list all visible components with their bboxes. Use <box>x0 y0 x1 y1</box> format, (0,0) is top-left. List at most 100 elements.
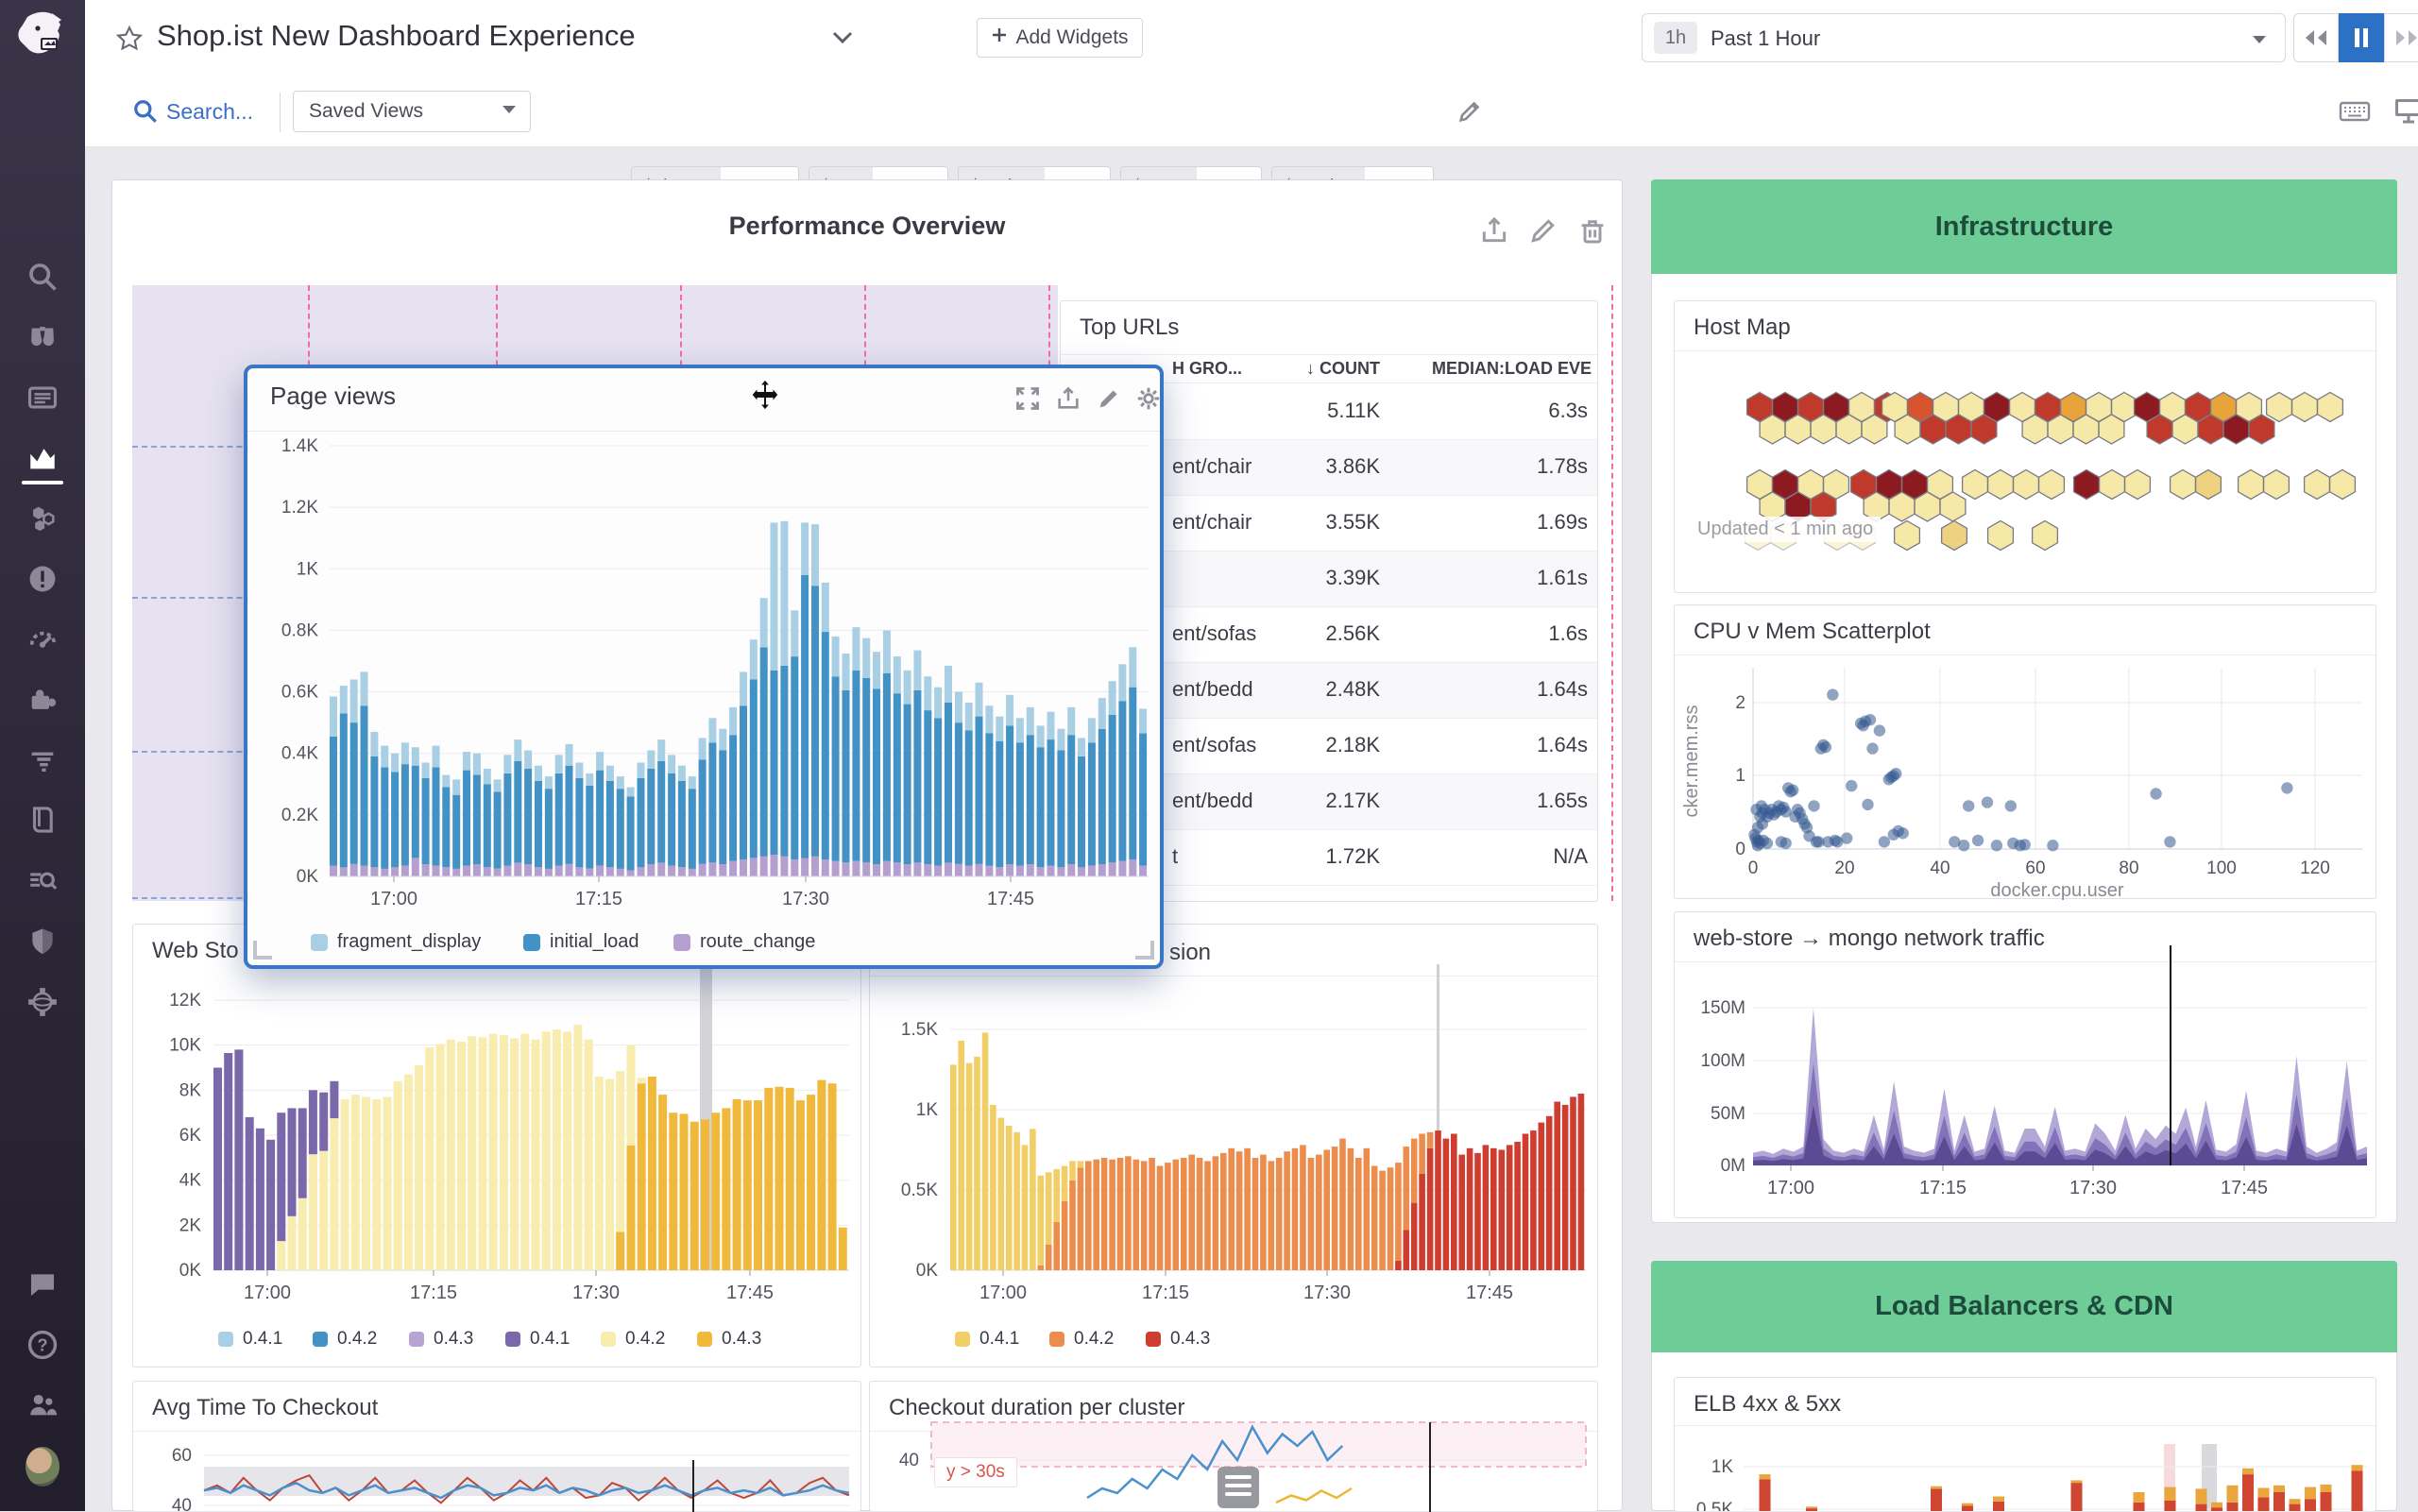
svg-text:1K: 1K <box>297 559 319 579</box>
web-store-widget[interactable]: Web Sto 12K10K8K6K4K2K0K17:0017:1517:301… <box>132 924 861 1368</box>
time-range-selector[interactable]: 1h Past 1 Hour <box>1642 13 2286 62</box>
elb-widget[interactable]: ELB 4xx & 5xx 1K0.5K <box>1674 1377 2376 1511</box>
rewind-button[interactable] <box>2293 13 2339 62</box>
svg-text:17:45: 17:45 <box>2221 1178 2268 1198</box>
url-median: 1.69s <box>1537 510 1588 535</box>
search-icon[interactable] <box>132 98 159 129</box>
svg-text:17:00: 17:00 <box>370 889 417 909</box>
integrations-icon <box>26 684 59 721</box>
group-header[interactable]: Infrastructure <box>1651 179 2397 274</box>
checkout-cluster-widget[interactable]: Checkout duration per cluster 40 y > 30s <box>869 1381 1598 1511</box>
svg-text:17:00: 17:00 <box>979 1283 1027 1303</box>
legend-item[interactable]: route_change <box>673 931 815 953</box>
search-input[interactable]: Search... <box>166 99 253 125</box>
sidebar-item-users[interactable] <box>26 1389 60 1423</box>
forward-button[interactable] <box>2384 13 2418 62</box>
sidebar-item-chat[interactable] <box>26 1269 60 1303</box>
svg-text:12K: 12K <box>169 991 201 1011</box>
svg-text:17:45: 17:45 <box>726 1283 774 1303</box>
sidebar-item-help[interactable]: ? <box>26 1330 60 1364</box>
legend-item[interactable]: 0.4.1 <box>955 1329 1019 1350</box>
pause-button[interactable] <box>2339 13 2384 62</box>
sidebar-item-avatar[interactable] <box>26 1450 60 1484</box>
url-path: ent/chair <box>1172 454 1252 479</box>
url-median: 6.3s <box>1548 399 1588 423</box>
svg-text:0K: 0K <box>916 1261 939 1281</box>
svg-text:0K: 0K <box>179 1261 202 1281</box>
conversion-chart[interactable]: 1.5K1K0.5K0K17:0017:1517:3017:45 <box>870 925 1599 1368</box>
avg-checkout-widget[interactable]: Avg Time To Checkout 6040 <box>132 1381 861 1511</box>
svg-text:60: 60 <box>2025 858 2045 878</box>
url-median: 1.78s <box>1537 454 1588 479</box>
url-count: 2.48K <box>1326 677 1381 702</box>
mongo-traffic-chart[interactable]: 150M100M50M0M17:0017:1517:3017:45 <box>1675 912 2377 1219</box>
sidebar-item-logs[interactable] <box>26 744 60 778</box>
legend-item[interactable]: 0.4.2 <box>601 1329 665 1350</box>
add-widgets-button[interactable]: Add Widgets <box>977 18 1143 58</box>
svg-text:cker.mem.rss: cker.mem.rss <box>1681 705 1702 818</box>
drag-handle-icon[interactable] <box>1218 1467 1259 1508</box>
svg-text:1.4K: 1.4K <box>281 436 318 456</box>
sidebar-item-apm[interactable] <box>26 624 60 658</box>
sidebar-item-metrics[interactable] <box>26 443 60 477</box>
url-count: 2.56K <box>1326 621 1381 646</box>
svg-text:2K: 2K <box>179 1215 202 1235</box>
legend-item[interactable]: fragment_display <box>311 931 481 953</box>
sidebar-item-security[interactable] <box>26 926 60 960</box>
web-store-chart[interactable]: 12K10K8K6K4K2K0K17:0017:1517:3017:45 <box>133 925 862 1368</box>
plus-icon <box>991 26 1008 49</box>
infrastructure-icon <box>26 501 59 538</box>
chevron-down-icon[interactable] <box>831 30 854 50</box>
sidebar-item-integrations[interactable] <box>26 685 60 719</box>
legend-item[interactable]: 0.4.2 <box>1049 1329 1114 1350</box>
avg-checkout-chart[interactable]: 6040 <box>133 1382 862 1512</box>
svg-text:40: 40 <box>1930 858 1950 878</box>
sidebar-item-notebooks[interactable] <box>26 805 60 839</box>
group-header[interactable]: Load Balancers & CDN <box>1651 1261 2397 1352</box>
export-icon[interactable] <box>1479 215 1509 250</box>
sidebar-item-infrastructure[interactable] <box>26 502 60 536</box>
svg-text:0: 0 <box>1748 858 1759 878</box>
pencil-icon[interactable] <box>1456 98 1483 129</box>
host-map-hexgrid[interactable] <box>1675 301 2377 594</box>
sidebar-item-events[interactable] <box>26 382 60 416</box>
saved-views-dropdown[interactable]: Saved Views <box>293 91 531 132</box>
url-count: 1.72K <box>1326 844 1381 869</box>
scatter-chart[interactable]: 210020406080100120docker.cpu.usercker.me… <box>1675 605 2377 900</box>
legend-item[interactable]: 0.4.3 <box>697 1329 761 1350</box>
sidebar-item-monitors[interactable] <box>26 564 60 598</box>
legend-item[interactable]: 0.4.1 <box>218 1329 282 1350</box>
watchdog-icon <box>26 320 59 357</box>
sidebar-item-watchdog[interactable] <box>26 321 60 355</box>
svg-text:80: 80 <box>2119 858 2138 878</box>
svg-text:17:30: 17:30 <box>2069 1178 2117 1198</box>
page-views-chart[interactable]: 1.4K1.2K1K0.8K0.6K0.4K0.2K0K17:0017:1517… <box>247 368 1160 965</box>
legend-item[interactable]: initial_load <box>523 931 639 953</box>
svg-text:17:45: 17:45 <box>987 889 1034 909</box>
elb-chart[interactable]: 1K0.5K <box>1675 1378 2376 1511</box>
host-map-widget[interactable]: Host Map Updated < 1 min ago <box>1674 300 2376 593</box>
legend-item[interactable]: 0.4.2 <box>313 1329 377 1350</box>
sidebar-item-log-explorer[interactable] <box>26 866 60 900</box>
star-icon[interactable] <box>115 25 144 58</box>
datadog-logo[interactable] <box>16 8 69 60</box>
time-scrub-controls <box>2293 13 2418 62</box>
conversion-widget[interactable]: sion 1.5K1K0.5K0K17:0017:1517:3017:45 0.… <box>869 924 1598 1368</box>
monitor-icon[interactable] <box>2393 96 2418 129</box>
logs-icon <box>26 743 59 780</box>
sidebar-item-network[interactable] <box>26 987 60 1021</box>
scatterplot-widget[interactable]: CPU v Mem Scatterplot 210020406080100120… <box>1674 604 2376 899</box>
mongo-traffic-widget[interactable]: web-store → mongo network traffic 150M10… <box>1674 911 2376 1218</box>
legend-item[interactable]: 0.4.3 <box>1146 1329 1210 1350</box>
pencil-icon[interactable] <box>1528 215 1558 250</box>
legend-item[interactable]: 0.4.3 <box>409 1329 473 1350</box>
sidebar-item-search[interactable] <box>26 262 60 296</box>
col-count[interactable]: ↓ COUNT <box>1306 359 1380 379</box>
svg-text:1K: 1K <box>1711 1457 1734 1477</box>
resize-handle[interactable] <box>253 941 272 960</box>
legend-item[interactable]: 0.4.1 <box>505 1329 570 1350</box>
keyboard-icon[interactable] <box>2339 98 2371 129</box>
resize-handle[interactable] <box>1135 941 1154 960</box>
page-views-widget-dragging[interactable]: Page views 1.4K1.2K1K0.8K0.6K0.4K0.2K0K1… <box>244 365 1164 969</box>
trash-icon[interactable] <box>1577 215 1608 250</box>
